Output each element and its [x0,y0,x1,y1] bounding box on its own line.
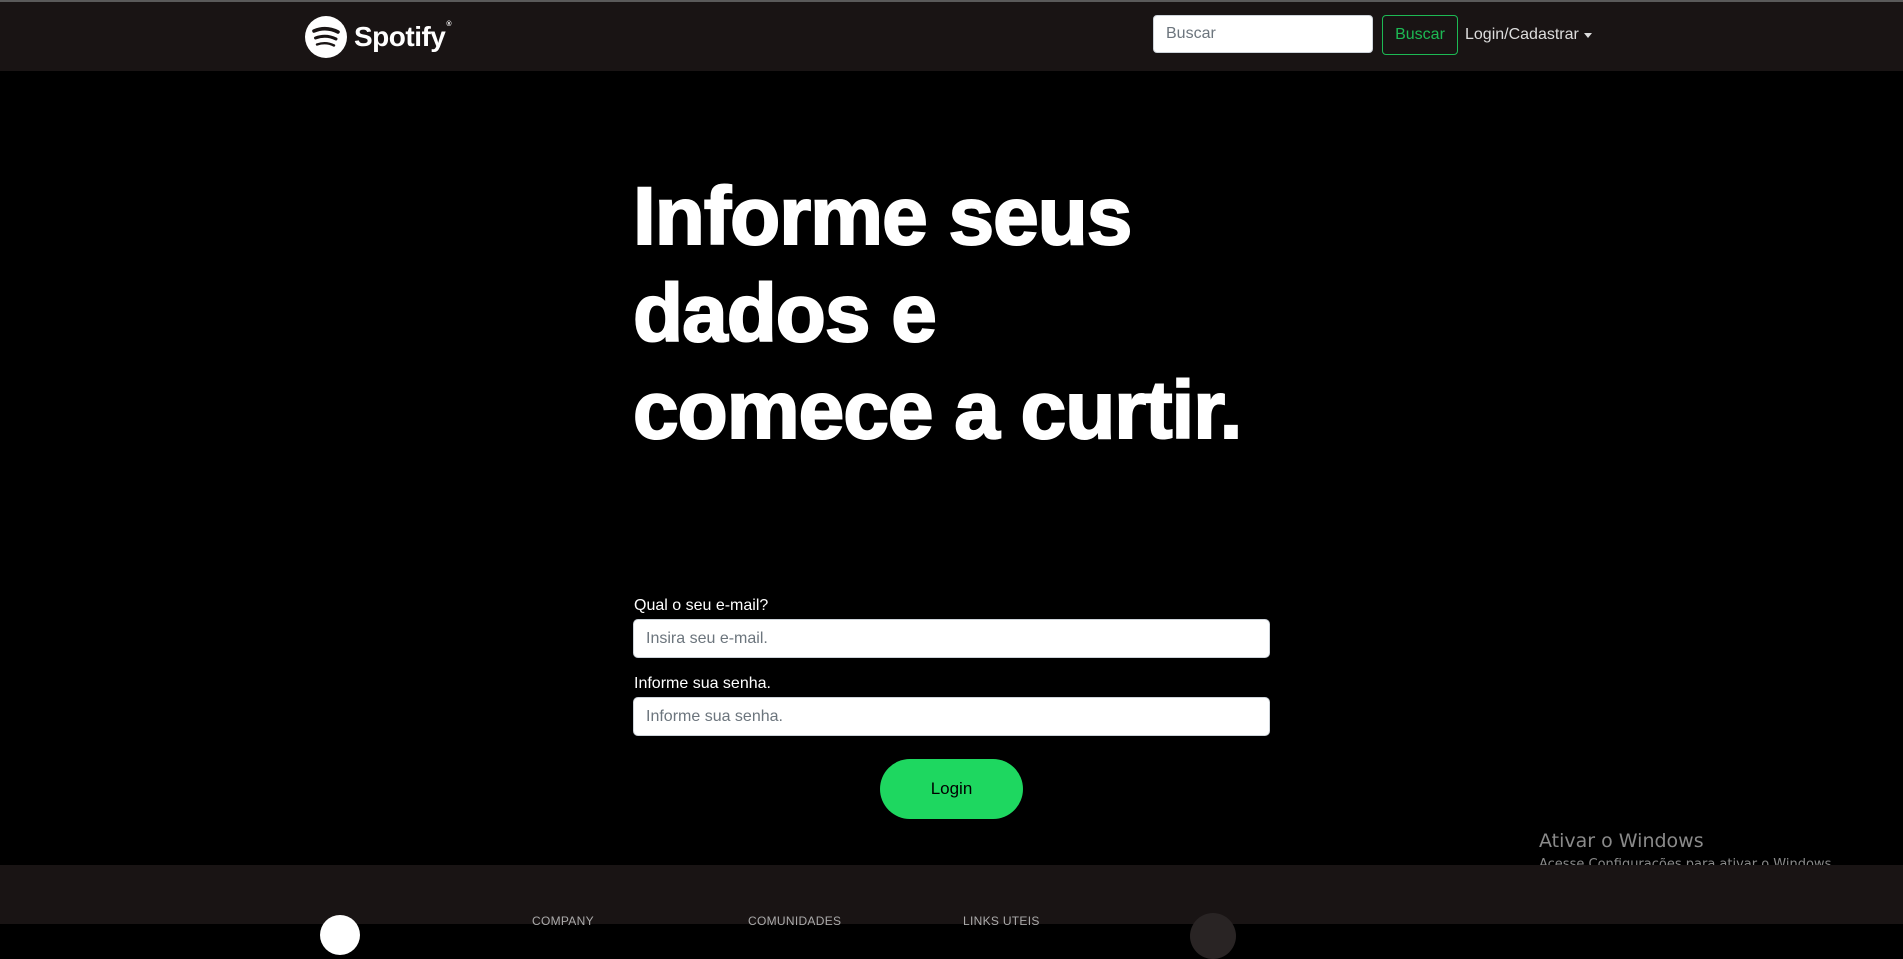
footer-logo-icon[interactable] [320,915,360,955]
footer-heading-links: LINKS UTEIS [963,914,1040,928]
windows-activation-title: Ativar o Windows [1539,830,1704,852]
password-label: Informe sua senha. [634,675,771,692]
login-button[interactable]: Login [880,759,1023,819]
spotify-logo-icon [305,16,347,58]
footer-heading-comunidades: COMUNIDADES [748,914,842,928]
spotify-logo[interactable]: Spotify® [304,15,452,59]
search-button[interactable]: Buscar [1382,15,1458,55]
navbar: Spotify® [0,2,1903,71]
email-label: Qual o seu e-mail? [634,597,769,614]
page-headline: Informe seus dados e comece a curtir. [632,170,1243,457]
caret-down-icon [1583,32,1592,38]
logo-text: Spotify® [354,21,452,52]
footer-social-icon[interactable] [1190,913,1236,959]
search-input[interactable] [1153,15,1373,53]
email-field[interactable] [633,619,1270,658]
login-register-dropdown[interactable]: Login/Cadastrar [1465,23,1592,47]
login-register-label: Login/Cadastrar [1465,26,1579,43]
password-field[interactable] [633,697,1270,736]
footer [0,865,1903,924]
footer-heading-company: COMPANY [532,914,594,928]
